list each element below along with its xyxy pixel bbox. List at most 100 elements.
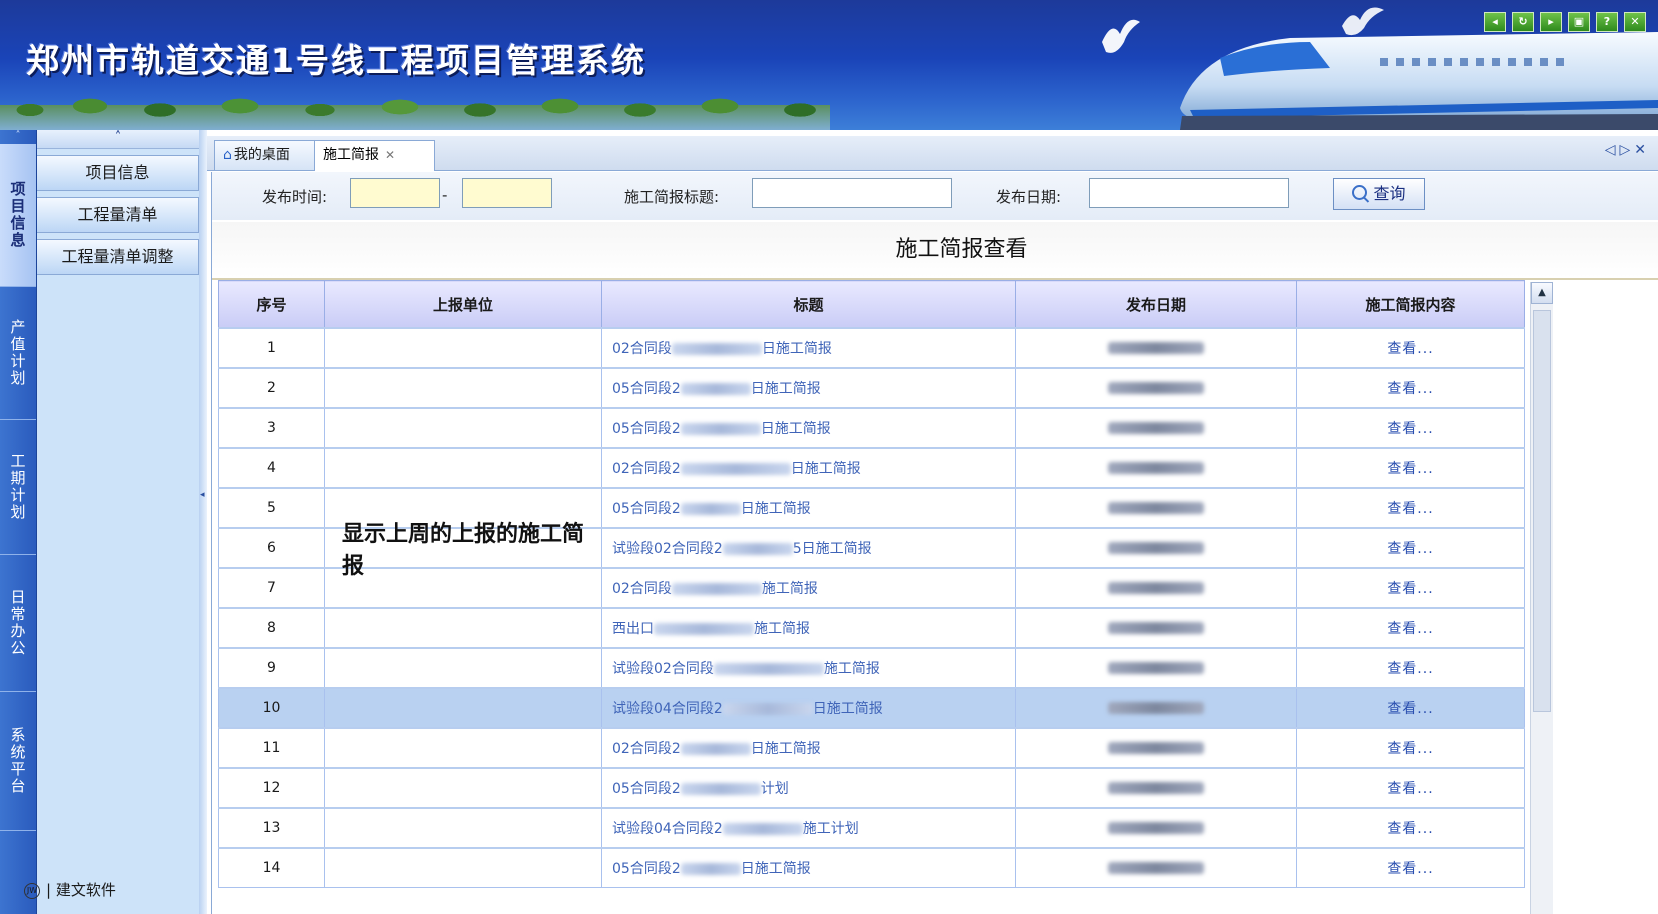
panel-splitter[interactable]: ◂ — [199, 130, 207, 914]
title-prefix: 05合同段2 — [612, 381, 681, 397]
view-content-link[interactable]: 查看... — [1296, 687, 1525, 729]
column-header-unit[interactable]: 上报单位 — [324, 280, 602, 329]
cell-title-link[interactable]: 05合同段2 计划 — [601, 767, 1016, 809]
table-row[interactable]: 11 02合同段2 日施工简报 查看... — [218, 727, 1525, 769]
publish-date-input[interactable] — [1089, 178, 1289, 208]
table-row[interactable]: 8 西出口 施工简报 查看... — [218, 607, 1525, 649]
grid-scrollbar[interactable]: ▲ — [1530, 282, 1553, 914]
cell-unit — [324, 647, 602, 689]
table-row[interactable]: 2 05合同段2 日施工简报 查看... — [218, 367, 1525, 409]
cell-title-link[interactable]: 试验段04合同段2 施工计划 — [601, 807, 1016, 849]
table-row[interactable]: 1 02合同段 日施工简报 查看... — [218, 327, 1525, 369]
menu-item-project-info[interactable]: 项目信息 — [37, 155, 199, 191]
title-suffix: 日施工简报 — [750, 381, 821, 397]
table-row[interactable]: 10 试验段04合同段2 日施工简报 查看... — [218, 687, 1525, 729]
window-controls: ◂ ↻ ▸ ▣ ? ✕ — [1484, 12, 1646, 32]
publish-time-start-input[interactable] — [350, 178, 440, 208]
column-header-title[interactable]: 标题 — [601, 280, 1016, 329]
cell-no: 10 — [218, 687, 325, 729]
table-row[interactable]: 3 05合同段2 日施工简报 查看... — [218, 407, 1525, 449]
title-suffix: 计划 — [760, 781, 789, 797]
help-icon[interactable]: ▣ — [1568, 12, 1590, 32]
view-content-link[interactable]: 查看... — [1296, 447, 1525, 489]
view-content-link[interactable]: 查看... — [1296, 767, 1525, 809]
module-tab-label: 系统平台 — [8, 727, 27, 795]
cell-unit — [324, 847, 602, 888]
column-header-no[interactable]: 序号 — [218, 280, 325, 329]
tab-bar: ⌂ 我的桌面 施工简报 ✕ ◁▷✕ — [207, 136, 1658, 171]
collapse-left-icon[interactable]: ◂ — [200, 490, 205, 500]
view-content-link[interactable]: 查看... — [1296, 847, 1525, 888]
scroll-up-icon[interactable]: ▲ — [1531, 282, 1553, 304]
scroll-thumb[interactable] — [1533, 310, 1551, 712]
cell-no: 3 — [218, 407, 325, 449]
table-row[interactable]: 4 02合同段2 日施工简报 查看... — [218, 447, 1525, 489]
tab-scroll-left-icon[interactable]: ◁ — [1605, 142, 1620, 158]
cell-title-link[interactable]: 试验段04合同段2 日施工简报 — [601, 687, 1016, 729]
query-button[interactable]: 查询 — [1333, 178, 1425, 210]
close-all-tabs-icon[interactable]: ✕ — [1634, 142, 1650, 158]
cell-title-link[interactable]: 西出口 施工简报 — [601, 607, 1016, 649]
tab-construction-report[interactable]: 施工简报 ✕ — [314, 140, 435, 171]
view-content-link[interactable]: 查看... — [1296, 807, 1525, 849]
module-tab-output-plan[interactable]: 产值计划 — [0, 287, 36, 420]
view-content-link[interactable]: 查看... — [1296, 527, 1525, 569]
view-content-link[interactable]: 查看... — [1296, 607, 1525, 649]
collapse-up-icon[interactable]: ˄ — [0, 130, 36, 144]
question-icon[interactable]: ? — [1596, 12, 1618, 32]
table-row[interactable]: 13 试验段04合同段2 施工计划 查看... — [218, 807, 1525, 849]
cell-title-link[interactable]: 02合同段 施工简报 — [601, 567, 1016, 609]
cell-title-link[interactable]: 02合同段2 日施工简报 — [601, 447, 1016, 489]
module-tab-label: 项目信息 — [8, 181, 27, 249]
module-tab-schedule-plan[interactable]: 工期计划 — [0, 420, 36, 555]
redacted-date — [1108, 342, 1204, 354]
menu-item-bill-adjustment[interactable]: 工程量清单调整 — [37, 239, 199, 275]
cell-title-link[interactable]: 02合同段 日施工简报 — [601, 327, 1016, 369]
view-content-link[interactable]: 查看... — [1296, 567, 1525, 609]
page-title-text: 施工简报查看 — [895, 237, 1028, 262]
title-prefix: 试验段02合同段 — [612, 661, 714, 677]
app-header: 郑州市轨道交通1号线工程项目管理系统 ◂ ↻ ▸ ▣ ? ✕ — [0, 0, 1658, 130]
range-separator: - — [442, 186, 448, 204]
menu-item-bill-of-quantities[interactable]: 工程量清单 — [37, 197, 199, 233]
tab-my-desktop[interactable]: ⌂ 我的桌面 — [214, 140, 323, 170]
module-tab-system-platform[interactable]: 系统平台 — [0, 692, 36, 831]
report-title-label: 施工简报标题: — [624, 188, 720, 206]
view-content-link[interactable]: 查看... — [1296, 487, 1525, 529]
view-content-link[interactable]: 查看... — [1296, 407, 1525, 449]
view-content-link[interactable]: 查看... — [1296, 367, 1525, 409]
cell-date — [1015, 327, 1297, 369]
column-header-content[interactable]: 施工简报内容 — [1296, 280, 1525, 329]
arrow-left-icon[interactable]: ◂ — [1484, 12, 1506, 32]
table-row[interactable]: 14 05合同段2 日施工简报 查看... — [218, 847, 1525, 888]
cell-title-link[interactable]: 试验段02合同段2 5日施工简报 — [601, 527, 1016, 569]
module-tab-daily-office[interactable]: 日常办公 — [0, 555, 36, 692]
cell-date — [1015, 847, 1297, 888]
refresh-icon[interactable]: ↻ — [1512, 12, 1534, 32]
view-content-link[interactable]: 查看... — [1296, 727, 1525, 769]
cell-title-link[interactable]: 试验段02合同段 施工简报 — [601, 647, 1016, 689]
view-content-link[interactable]: 查看... — [1296, 647, 1525, 689]
publish-time-end-input[interactable] — [462, 178, 552, 208]
cell-title-link[interactable]: 02合同段2 日施工简报 — [601, 727, 1016, 769]
tab-scroll-right-icon[interactable]: ▷ — [1619, 142, 1634, 158]
cell-title-link[interactable]: 05合同段2 日施工简报 — [601, 847, 1016, 888]
cell-title-link[interactable]: 05合同段2 日施工简报 — [601, 367, 1016, 409]
title-prefix: 02合同段2 — [612, 741, 681, 757]
column-header-date[interactable]: 发布日期 — [1015, 280, 1297, 329]
close-icon[interactable]: ✕ — [385, 148, 395, 162]
view-content-link[interactable]: 查看... — [1296, 327, 1525, 369]
redacted-text — [680, 463, 791, 475]
arrow-right-icon[interactable]: ▸ — [1540, 12, 1562, 32]
cell-no: 12 — [218, 767, 325, 809]
module-tab-project-info[interactable]: 项目信息 — [0, 144, 36, 287]
cell-title-link[interactable]: 05合同段2 日施工简报 — [601, 487, 1016, 529]
header-tree-decoration — [0, 88, 830, 130]
chevron-up-icon[interactable]: ˄ — [37, 130, 199, 149]
table-row[interactable]: 12 05合同段2 计划 查看... — [218, 767, 1525, 809]
cell-title-link[interactable]: 05合同段2 日施工简报 — [601, 407, 1016, 449]
cell-date — [1015, 447, 1297, 489]
close-icon[interactable]: ✕ — [1624, 12, 1646, 32]
report-title-input[interactable] — [752, 178, 952, 208]
table-row[interactable]: 9 试验段02合同段 施工简报 查看... — [218, 647, 1525, 689]
